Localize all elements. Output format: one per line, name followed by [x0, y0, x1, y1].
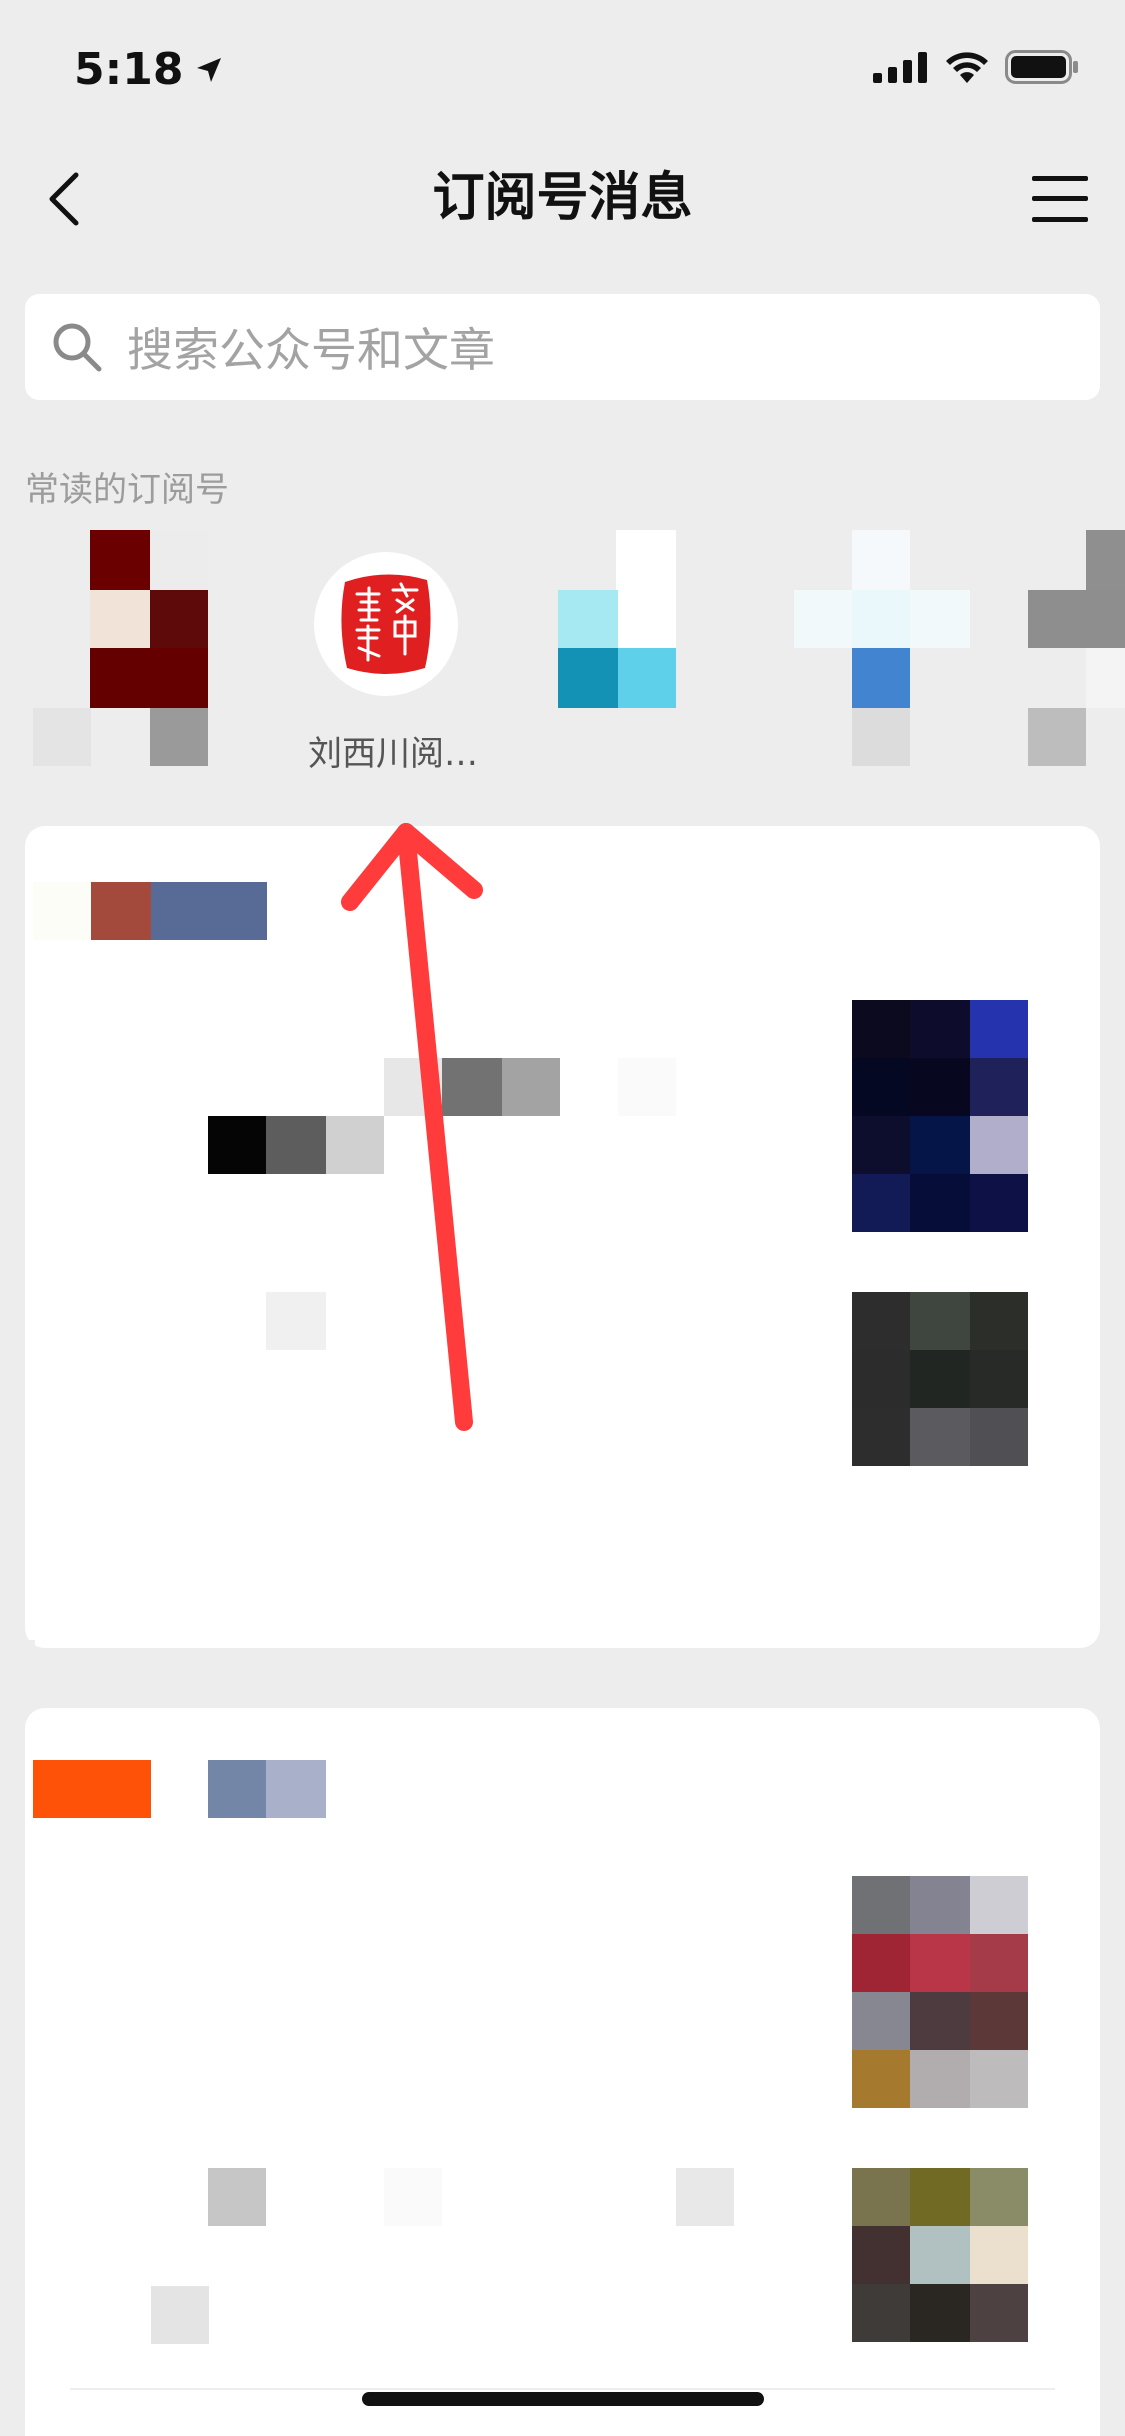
blur-block: [266, 1292, 326, 1350]
blur-block: [616, 530, 676, 590]
blur-block: [266, 1116, 326, 1174]
blur-block: [90, 530, 150, 590]
frequent-section-label: 常读的订阅号: [25, 470, 229, 510]
article-card-1[interactable]: [25, 826, 1100, 1648]
blur-block: [150, 590, 208, 648]
battery-icon: [1005, 50, 1078, 84]
blur-block: [1028, 708, 1086, 766]
blur-block: [151, 882, 267, 940]
search-input[interactable]: 搜索公众号和文章: [25, 294, 1100, 400]
avatar: [314, 552, 458, 696]
blur-block: [384, 1058, 442, 1116]
blur-block: [1028, 590, 1125, 648]
blur-block: [33, 1760, 151, 1818]
blur-block: [151, 2286, 209, 2344]
search-placeholder: 搜索公众号和文章: [127, 323, 495, 377]
blur-block: [208, 2168, 266, 2226]
blur-block: [502, 1058, 560, 1116]
blur-block: [208, 1116, 266, 1174]
blur-block: [558, 590, 618, 648]
blur-block: [33, 708, 91, 766]
blur-block: [676, 2168, 734, 2226]
blur-block: [90, 590, 150, 648]
blur-block: [618, 648, 676, 708]
card-corner: [25, 1640, 35, 1650]
wifi-icon: [946, 52, 988, 83]
blur-block: [91, 882, 151, 940]
blur-block: [558, 648, 618, 708]
blur-block: [326, 1116, 384, 1174]
status-icons: [873, 50, 1079, 84]
blur-block: [384, 2168, 442, 2226]
page-title: 订阅号消息: [432, 168, 693, 228]
subscription-name: 刘西川阅…: [308, 734, 478, 774]
blur-block: [208, 1760, 266, 1818]
divider: [70, 2388, 1055, 2390]
home-indicator[interactable]: [362, 2392, 764, 2406]
blur-block: [33, 882, 91, 940]
blur-block: [618, 590, 676, 648]
blur-block: [852, 590, 910, 648]
blur-block: [852, 530, 910, 590]
blur-block: [90, 648, 208, 708]
blur-block: [266, 1760, 326, 1818]
menu-button[interactable]: [1025, 164, 1095, 234]
blur-block: [852, 648, 910, 708]
blur-block: [150, 708, 208, 766]
blur-block: [852, 708, 910, 766]
search-icon: [47, 317, 107, 377]
blur-block: [618, 1058, 676, 1116]
cellular-signal-icon: [873, 52, 927, 83]
blur-block: [1086, 648, 1125, 708]
blur-block: [558, 530, 616, 590]
hamburger-menu-icon: [1032, 176, 1088, 222]
status-time-text: 5:18: [74, 44, 184, 95]
location-arrow-icon: [197, 58, 222, 82]
status-time: 5:18: [74, 40, 225, 100]
blur-block: [150, 530, 208, 590]
blur-block: [442, 1058, 502, 1116]
seal-logo-icon: [341, 574, 431, 674]
blur-block: [1086, 530, 1125, 590]
